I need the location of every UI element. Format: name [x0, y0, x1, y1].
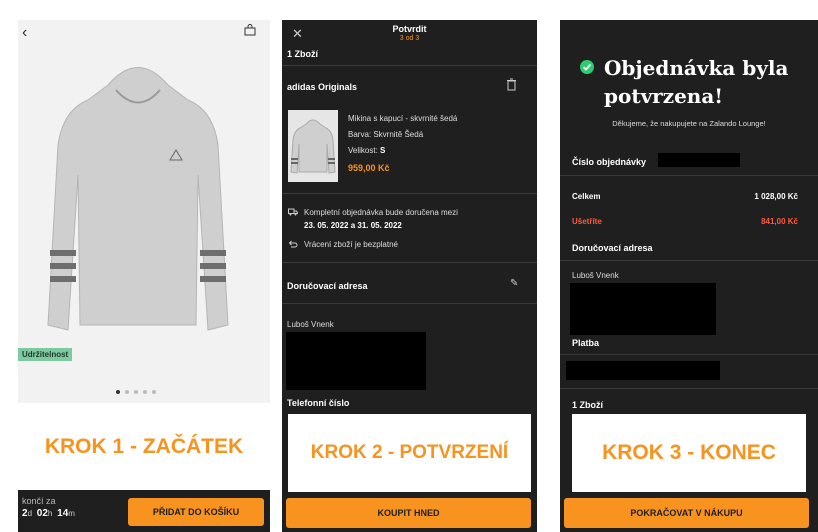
product-thumbnail[interactable] [288, 110, 338, 182]
address-name: Luboš Vnenk [287, 320, 334, 329]
product-size: Velikost: S [348, 146, 386, 155]
carousel-dot[interactable] [152, 390, 156, 394]
saved-label: Ušetříte [572, 217, 602, 226]
address-title: Doručovací adresa [572, 243, 653, 253]
product-image[interactable] [18, 20, 270, 403]
redacted-address [570, 283, 716, 335]
timer-label: končí za [22, 496, 56, 506]
product-price: 959,00 Kč [348, 163, 390, 173]
bottom-bar: končí za 2d 02h 14m PŘIDAT DO KOŠÍKU [18, 490, 270, 532]
sustainability-badge: Udržitelnost [18, 348, 73, 361]
redacted-payment [566, 361, 720, 380]
carousel-dots[interactable] [116, 390, 156, 394]
step2-label: KROK 2 - POTVRZENÍ [288, 414, 531, 492]
divider [282, 262, 537, 263]
thanks-message: Děkujeme, že nakupujete na Zalando Loung… [612, 119, 766, 128]
buy-now-button[interactable]: KOUPIT HNED [286, 498, 531, 528]
product-color: Barva: Skvrnitě Šedá [348, 130, 424, 139]
step3-screen: Objednávka byla potvrzena! Děkujeme, že … [560, 20, 818, 532]
carousel-dot[interactable] [134, 390, 138, 394]
step1-screen: ‹ Udržitelnost KROK 1 - ZAČÁTEK končí za… [18, 20, 270, 532]
divider [560, 354, 818, 355]
return-icon [288, 240, 298, 248]
returns-info: Vrácení zboží je bezplatné [304, 240, 398, 249]
items-count: 1 Zboží [572, 400, 603, 410]
delivery-dates: 23. 05. 2022 a 31. 05. 2022 [304, 221, 402, 230]
hoodie-thumbnail-image [290, 119, 336, 174]
step-indicator: 3 od 3 [399, 35, 420, 42]
edit-pencil-icon[interactable]: ✎ [510, 278, 518, 289]
address-title: Doručovací adresa [287, 281, 368, 291]
step2-screen: ✕ Potvrdit 3 od 3 1 Zboží adidas Origina… [282, 20, 537, 532]
total-value: 1 028,00 Kč [754, 192, 798, 201]
trash-icon[interactable] [506, 78, 517, 91]
confirmation-title: Objednávka byla potvrzena! [604, 56, 789, 108]
add-to-cart-button[interactable]: PŘIDAT DO KOŠÍKU [128, 498, 264, 526]
divider [560, 175, 818, 176]
check-circle-icon [580, 60, 594, 74]
redacted-order-number [658, 153, 740, 167]
items-count: 1 Zboží [287, 49, 318, 59]
hoodie-image [47, 67, 229, 331]
delivery-info: Kompletní objednávka bude doručena mezi [304, 208, 458, 217]
divider [560, 260, 818, 261]
order-number-label: Číslo objednávky [572, 157, 647, 167]
screen-title: Potvrdit [392, 24, 427, 34]
carousel-dot-active[interactable] [116, 390, 120, 394]
divider [282, 193, 537, 194]
delivery-truck-icon [288, 208, 298, 216]
redacted-address [286, 332, 426, 390]
divider [560, 388, 818, 389]
total-label: Celkem [572, 192, 601, 201]
countdown-timer: 2d 02h 14m [22, 508, 75, 519]
continue-shopping-button[interactable]: POKRAČOVAT V NÁKUPU [564, 498, 809, 528]
divider [282, 303, 537, 304]
shopping-bag-icon[interactable] [244, 24, 256, 36]
divider [282, 65, 537, 66]
step3-label: KROK 3 - KONEC [572, 414, 806, 492]
payment-title: Platba [572, 338, 600, 348]
phone-title: Telefonní číslo [287, 398, 350, 408]
address-name: Luboš Vnenk [572, 271, 619, 280]
back-icon[interactable]: ‹ [22, 24, 27, 42]
step1-label: KROK 1 - ZAČÁTEK [18, 403, 270, 490]
carousel-dot[interactable] [143, 390, 147, 394]
product-name: Mikina s kapucí - skvrnité šedá [348, 114, 458, 123]
brand-name: adidas Originals [287, 82, 358, 92]
carousel-dot[interactable] [125, 390, 129, 394]
saved-value: 841,00 Kč [761, 217, 798, 226]
